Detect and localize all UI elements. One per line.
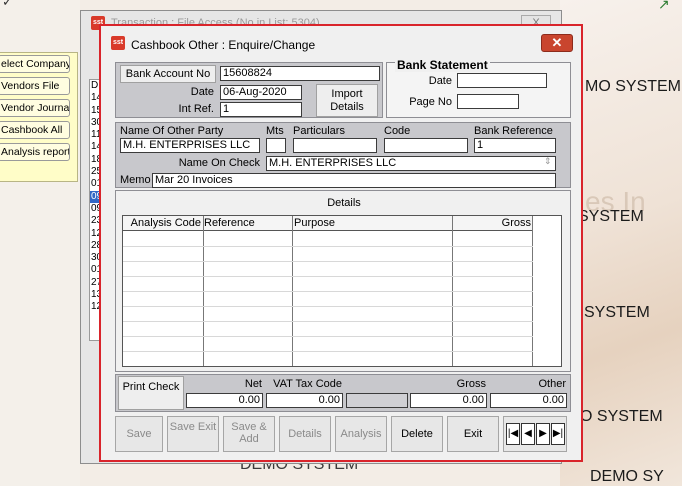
details-button[interactable]: Details	[279, 416, 331, 452]
left-menu-vendors-file[interactable]: Vendors File	[0, 77, 70, 95]
tax-code-field[interactable]	[346, 393, 408, 408]
other-party-label: Name Of Other Party	[120, 125, 224, 137]
save-button[interactable]: Save	[115, 416, 163, 452]
grid-row-line	[123, 276, 533, 277]
column-analysis-code[interactable]: Analysis Code	[123, 217, 201, 229]
details-heading: Details	[327, 197, 361, 209]
next-record-icon[interactable]: ▶	[536, 423, 550, 445]
party-panel: Name Of Other Party M.H. ENTERPRISES LLC…	[115, 122, 571, 188]
cashbook-dialog: sst Cashbook Other : Enquire/Change ✕ Ba…	[99, 24, 583, 462]
grid-row-line	[123, 306, 533, 307]
check-icon: ✓	[2, 0, 13, 9]
previous-record-icon[interactable]: ◀	[521, 423, 535, 445]
demo-label: DEMO SY	[590, 468, 664, 485]
print-check-button[interactable]: Print Check	[118, 376, 184, 410]
other-field[interactable]: 0.00	[490, 393, 567, 408]
bank-account-panel: Bank Account No 15608824 Date 06-Aug-202…	[115, 62, 383, 118]
bank-reference-label: Bank Reference	[474, 125, 553, 137]
grid-row-line	[123, 351, 533, 352]
details-panel: Details Analysis Code Reference Purpose …	[115, 190, 571, 372]
demo-label: MO SYSTEM	[585, 78, 682, 95]
left-menu-panel: elect Company Vendors File Vendor Journa…	[0, 52, 78, 182]
exit-button[interactable]: Exit	[447, 416, 499, 452]
bank-account-field[interactable]: 15608824	[220, 66, 380, 81]
import-details-button[interactable]: Import Details	[316, 84, 378, 117]
navigation-group: |◀ ◀ ▶ ▶|	[503, 416, 567, 452]
demo-label: SYSTEM	[584, 304, 650, 321]
totals-panel: Print Check Net 0.00 VAT Tax Code 0.00 G…	[115, 374, 571, 412]
statement-date-field[interactable]	[457, 73, 547, 88]
other-party-field[interactable]: M.H. ENTERPRISES LLC	[120, 138, 260, 153]
dialog-title: Cashbook Other : Enquire/Change	[131, 38, 316, 52]
bank-account-label[interactable]: Bank Account No	[120, 65, 216, 83]
page-no-field[interactable]	[457, 94, 519, 109]
vat-label: VAT Tax Code	[273, 378, 342, 390]
date-field[interactable]: 06-Aug-2020	[220, 85, 302, 100]
bank-statement-panel: Bank Statement Date Page No	[386, 58, 571, 118]
gross-field[interactable]: 0.00	[410, 393, 487, 408]
left-menu-cashbook-all[interactable]: Cashbook All	[0, 121, 70, 139]
left-menu-analysis-report[interactable]: Analysis report	[0, 143, 70, 161]
mts-label: Mts	[266, 125, 284, 137]
analysis-button[interactable]: Analysis	[335, 416, 387, 452]
save-add-button[interactable]: Save & Add	[223, 416, 275, 452]
grid-row-line	[123, 261, 533, 262]
bank-reference-field[interactable]: 1	[474, 138, 556, 153]
first-record-icon[interactable]: |◀	[506, 423, 520, 445]
statement-date-label: Date	[428, 75, 452, 87]
page-no-label: Page No	[409, 96, 452, 108]
demo-label: O SYSTEM	[580, 408, 663, 425]
vat-field[interactable]: 0.00	[266, 393, 343, 408]
grid-row-line	[123, 336, 533, 337]
memo-label: Memo	[120, 174, 151, 186]
delete-button[interactable]: Delete	[391, 416, 443, 452]
particulars-field[interactable]	[293, 138, 377, 153]
name-on-check-field[interactable]: M.H. ENTERPRISES LLC	[266, 156, 556, 171]
net-field[interactable]: 0.00	[186, 393, 263, 408]
particulars-label: Particulars	[293, 125, 345, 137]
save-exit-button[interactable]: Save Exit	[167, 416, 219, 452]
bank-statement-heading: Bank Statement	[395, 58, 490, 72]
net-label: Net	[244, 378, 262, 390]
mts-field[interactable]	[266, 138, 286, 153]
left-menu-vendor-journal[interactable]: Vendor Journal	[0, 99, 70, 117]
grid-row-line	[123, 246, 533, 247]
grid-row-line	[123, 291, 533, 292]
int-ref-label: Int Ref.	[178, 103, 214, 115]
date-label: Date	[190, 86, 214, 98]
column-purpose[interactable]: Purpose	[294, 217, 335, 229]
left-menu-select-company[interactable]: elect Company	[0, 55, 70, 73]
demo-label: SYSTEM	[578, 208, 644, 225]
details-grid[interactable]: Analysis Code Reference Purpose Gross	[122, 215, 562, 367]
code-field[interactable]	[384, 138, 468, 153]
last-record-icon[interactable]: ▶|	[551, 423, 565, 445]
name-on-check-label: Name On Check	[178, 157, 260, 169]
column-reference[interactable]: Reference	[204, 217, 255, 229]
arrow-icon: ↗	[658, 0, 670, 12]
spinner-icon[interactable]: ⇕	[544, 156, 552, 167]
app-icon: sst	[111, 36, 125, 50]
other-label: Other	[538, 378, 566, 390]
memo-field[interactable]: Mar 20 Invoices	[152, 173, 556, 188]
code-label: Code	[384, 125, 411, 137]
int-ref-field[interactable]: 1	[220, 102, 302, 117]
grid-row-line	[123, 321, 533, 322]
close-button[interactable]: ✕	[541, 34, 573, 52]
column-gross[interactable]: Gross	[454, 217, 531, 229]
gross-label: Gross	[456, 378, 486, 390]
